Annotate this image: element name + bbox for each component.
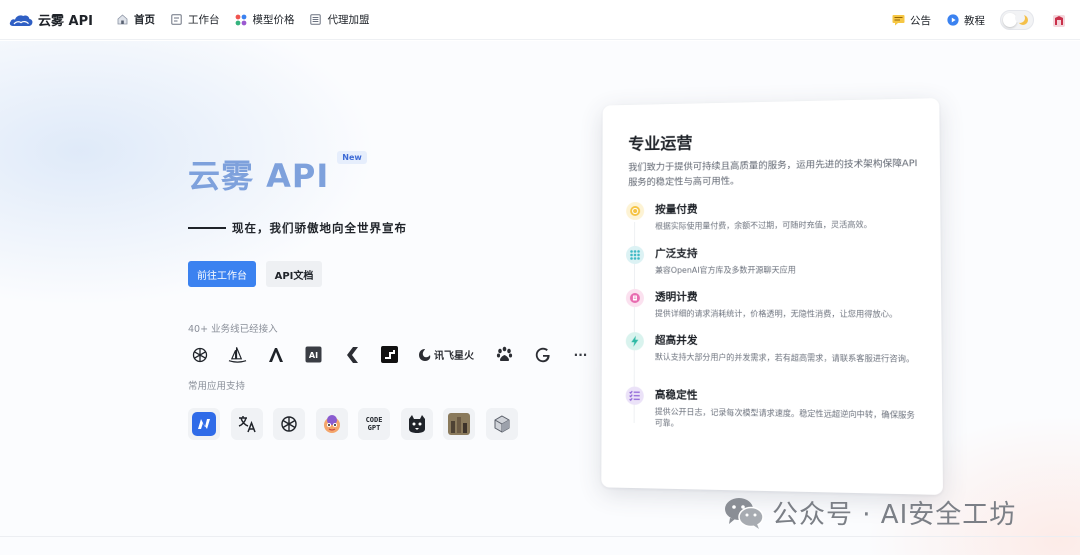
xunfei-icon: 讯飞星火: [418, 345, 476, 364]
coin-icon: [626, 202, 644, 220]
new-badge: New: [337, 151, 367, 164]
card-description: 我们致力于提供可持续且高质量的服务，运用先进的技术架构保障API服务的稳定性与高…: [628, 156, 927, 190]
feature-desc: 根据实际使用量付费，余额不过期，可随时充值，灵活高效。: [655, 219, 872, 232]
list-icon: [309, 13, 322, 26]
bolt-icon: [626, 332, 644, 350]
cube-icon: [486, 408, 518, 440]
mascot-icon: [316, 408, 348, 440]
divider: [0, 536, 1080, 537]
claude-shape-icon: [342, 345, 361, 364]
xunfei-text: 讯飞星火: [434, 347, 474, 362]
feature-item: 广泛支持 兼容OpenAI官方库及多数开源聊天应用: [626, 244, 926, 276]
feature-item: 透明计费 提供详细的请求消耗统计，价格透明，无隐性消费，让您用得放心。: [626, 289, 926, 320]
nav-label: 首页: [134, 12, 155, 27]
hero-title-text: 云雾 API: [188, 151, 329, 197]
tutorial-label: 教程: [964, 13, 985, 28]
api-docs-button[interactable]: API文档: [266, 261, 322, 287]
announcement-icon: [892, 14, 905, 27]
feature-desc: 默认支持大部分用户的并发需求，若有超高需求，请联系客服进行咨询。: [655, 351, 915, 364]
more-icon[interactable]: ···: [571, 345, 590, 364]
watermark-text: 公众号 · AI安全工坊: [772, 494, 1016, 531]
feature-title: 超高并发: [655, 332, 915, 349]
baidu-paw-icon: [495, 345, 514, 364]
translate-icon: [231, 408, 263, 440]
wechat-icon: [724, 496, 764, 530]
theme-toggle[interactable]: [1000, 10, 1034, 30]
main-nav: 首页 工作台 模型价格 代理加盟: [116, 12, 385, 27]
scene-icon: [443, 408, 475, 440]
slogan: 现在，我们骄傲地向全世界宣布: [188, 220, 407, 236]
nav-label: 工作台: [188, 12, 220, 27]
stable-icon: [380, 345, 399, 364]
feature-item: 按量付费 根据实际使用量付费，余额不过期，可随时充值，灵活高效。: [626, 199, 925, 232]
models-row: AI 讯飞星火 ···: [190, 345, 609, 364]
console-icon: [170, 13, 183, 26]
svg-text:AI: AI: [309, 351, 318, 360]
feature-title: 透明计费: [655, 289, 897, 305]
brand-name: 云雾 API: [38, 10, 93, 29]
apps-label: 常用应用支持: [188, 378, 245, 392]
anthropic-icon: [266, 345, 285, 364]
feature-card: 专业运营 我们致力于提供可持续且高质量的服务，运用先进的技术架构保障API服务的…: [601, 98, 943, 495]
tutorial-button[interactable]: 教程: [946, 13, 985, 28]
nav-label: 代理加盟: [327, 12, 369, 27]
receipt-icon: [626, 289, 644, 307]
announcement-label: 公告: [910, 13, 931, 28]
card-title: 专业运营: [628, 129, 692, 154]
nav-item-agent[interactable]: 代理加盟: [309, 12, 369, 27]
hero-title: 云雾 API New: [188, 151, 367, 197]
models-label: 40+ 业务线已经接入: [188, 321, 278, 335]
google-icon: [533, 345, 552, 364]
codegpt-text: CODE GPT: [363, 416, 385, 432]
play-icon: [946, 14, 959, 27]
feature-item: 超高并发 默认支持大部分用户的并发需求，若有超高需求，请联系客服进行咨询。: [626, 332, 927, 365]
nextchat-icon: [188, 408, 220, 440]
openai-icon: [190, 345, 209, 364]
slogan-text: 现在，我们骄傲地向全世界宣布: [232, 220, 407, 236]
feature-desc: 提供公开日志，记录每次模型请求速度。稳定性远超逆向中转，确保服务可靠。: [655, 406, 916, 432]
chatgpt-icon: [273, 408, 305, 440]
announcement-button[interactable]: 公告: [892, 13, 931, 28]
moon-icon: [1018, 15, 1028, 25]
feature-item: 高稳定性 提供公开日志，记录每次模型请求速度。稳定性远超逆向中转，确保服务可靠。: [626, 387, 928, 433]
feature-desc: 提供详细的请求消耗统计，价格透明，无隐性消费，让您用得放心。: [655, 308, 897, 320]
ai-box-icon: AI: [304, 345, 323, 364]
top-navigation-bar: 云雾 API 首页 工作台 模型价格 代理加盟 公告 教程: [0, 0, 1080, 40]
feature-title: 广泛支持: [655, 245, 796, 261]
nav-item-console[interactable]: 工作台: [170, 12, 220, 27]
apps-row: CODE GPT: [188, 408, 528, 440]
grid-icon: [626, 246, 644, 264]
user-avatar-icon[interactable]: [1052, 13, 1066, 27]
nav-label: 模型价格: [252, 12, 294, 27]
wechat-watermark: 公众号 · AI安全工坊: [724, 494, 1016, 531]
checklist-icon: [626, 387, 644, 405]
brand-logo[interactable]: 云雾 API: [9, 10, 93, 29]
midjourney-icon: [228, 345, 247, 364]
nav-item-pricing[interactable]: 模型价格: [234, 12, 294, 27]
go-console-button[interactable]: 前往工作台: [188, 261, 256, 287]
home-icon: [116, 13, 129, 26]
cloud-logo-icon: [9, 13, 33, 27]
nav-item-home[interactable]: 首页: [116, 12, 155, 27]
slogan-line: [188, 227, 226, 229]
feature-title: 按量付费: [655, 199, 872, 216]
feature-desc: 兼容OpenAI官方库及多数开源聊天应用: [655, 264, 796, 276]
header-right: 公告 教程: [892, 0, 1080, 40]
codegpt-icon: CODE GPT: [358, 408, 390, 440]
grid-dots-icon: [234, 13, 247, 26]
feature-title: 高稳定性: [655, 387, 915, 405]
cat-icon: [401, 408, 433, 440]
